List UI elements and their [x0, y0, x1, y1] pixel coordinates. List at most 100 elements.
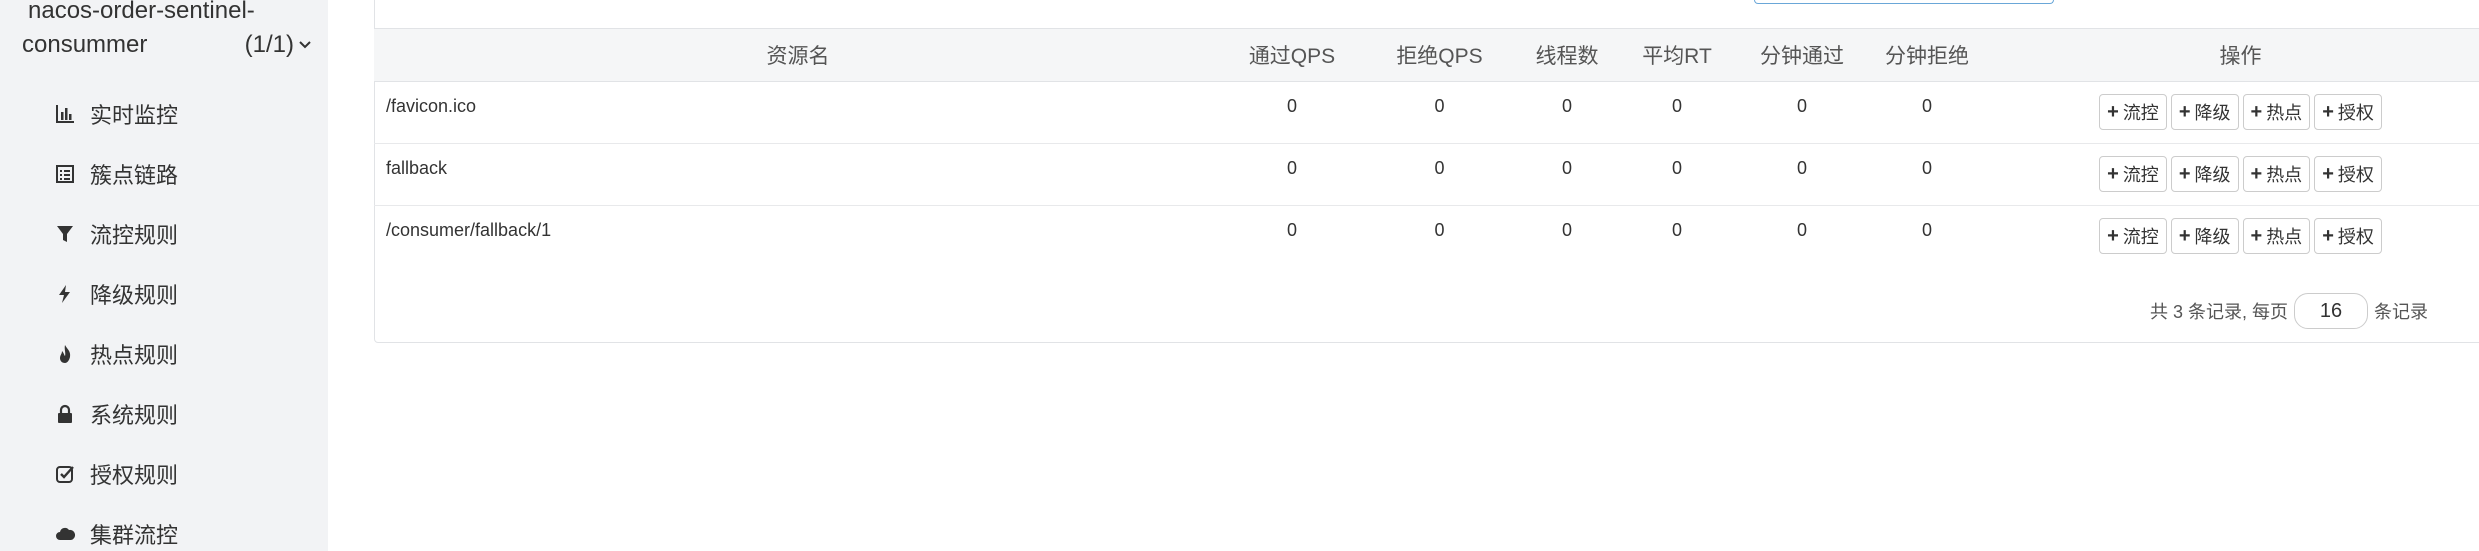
add-hotspot-rule-button[interactable]: + 热点 [2242, 218, 2311, 254]
button-label: 热点 [2266, 227, 2303, 247]
list-icon [52, 161, 78, 187]
resource-name: fallback [386, 158, 448, 178]
header-minute-block: 分钟拒绝 [1867, 28, 1987, 82]
app-root: nacos-order-sentinel- consummer (1/1) 实时… [0, 0, 2479, 551]
header-pass-qps: 通过QPS [1222, 28, 1362, 82]
button-label: 流控 [2122, 165, 2159, 185]
block-qps: 0 [1434, 158, 1445, 178]
avg-rt: 0 [1671, 96, 1682, 116]
threads: 0 [1561, 220, 1572, 240]
sidebar-item-authority-rules[interactable]: 授权规则 [0, 444, 328, 504]
pass-qps: 0 [1286, 158, 1297, 178]
search-input[interactable] [1754, 0, 2054, 4]
avg-rt: 0 [1671, 220, 1682, 240]
plus-icon: + [2178, 163, 2191, 185]
table-header-row: 资源名 通过QPS 拒绝QPS 线程数 平均RT 分钟通过 分钟拒绝 操作 [374, 28, 2479, 82]
button-label: 热点 [2266, 165, 2303, 185]
pass-qps: 0 [1286, 220, 1297, 240]
header-block-qps: 拒绝QPS [1362, 28, 1517, 82]
table-row: /consumer/fallback/1 0 0 0 0 0 0 + 流控 + 降级 +… [374, 206, 2479, 268]
header-avg-rt: 平均RT [1617, 28, 1737, 82]
button-label: 流控 [2122, 103, 2159, 123]
minute-block: 0 [1921, 158, 1932, 178]
header-resource-name: 资源名 [374, 28, 1222, 82]
sidebar-item-label: 簇点链路 [90, 163, 179, 188]
header-operations: 操作 [1987, 28, 2479, 82]
add-authority-rule-button[interactable]: + 授权 [2314, 94, 2382, 130]
sidebar-item-label: 热点规则 [90, 343, 179, 368]
sidebar-menu: 实时监控 簇点链路 流控规则 降级规则 热点规则 系统规则 授权规则 集群流控 [0, 84, 328, 551]
header-minute-pass: 分钟通过 [1737, 28, 1867, 82]
minute-block: 0 [1921, 96, 1932, 116]
sidebar-item-degrade-rules[interactable]: 降级规则 [0, 264, 328, 324]
add-degrade-rule-button[interactable]: + 降级 [2170, 94, 2239, 130]
sidebar-item-system-rules[interactable]: 系统规则 [0, 384, 328, 444]
plus-icon: + [2250, 225, 2263, 247]
row-actions: + 流控 + 降级 + 热点 + 授权 [1987, 82, 2479, 144]
plus-icon: + [2250, 101, 2263, 123]
add-flow-rule-button[interactable]: + 流控 [2099, 156, 2167, 192]
block-qps: 0 [1434, 220, 1445, 240]
header-threads: 线程数 [1517, 28, 1617, 82]
minute-pass: 0 [1796, 96, 1807, 116]
add-flow-rule-button[interactable]: + 流控 [2099, 218, 2167, 254]
filter-icon [52, 221, 78, 247]
row-actions: + 流控 + 降级 + 热点 + 授权 [1987, 206, 2479, 268]
resource-name: /favicon.ico [386, 96, 477, 116]
add-flow-rule-button[interactable]: + 流控 [2099, 94, 2167, 130]
add-authority-rule-button[interactable]: + 授权 [2314, 156, 2382, 192]
plus-icon: + [2322, 225, 2334, 247]
plus-icon: + [2322, 101, 2334, 123]
button-label: 授权 [2337, 103, 2374, 123]
add-authority-rule-button[interactable]: + 授权 [2314, 218, 2382, 254]
sidebar: nacos-order-sentinel- consummer (1/1) 实时… [0, 0, 328, 551]
plus-icon: + [2107, 163, 2119, 185]
button-label: 降级 [2194, 165, 2231, 185]
button-label: 授权 [2337, 165, 2374, 185]
add-degrade-rule-button[interactable]: + 降级 [2170, 156, 2239, 192]
avg-rt: 0 [1671, 158, 1682, 178]
threads: 0 [1561, 158, 1572, 178]
app-selector[interactable]: nacos-order-sentinel- consummer (1/1) [22, 0, 312, 62]
sidebar-item-label: 系统规则 [90, 403, 179, 428]
sidebar-item-label: 实时监控 [90, 103, 179, 128]
flash-icon [52, 281, 78, 307]
button-label: 热点 [2266, 103, 2303, 123]
sidebar-item-label: 授权规则 [90, 463, 179, 488]
plus-icon: + [2107, 101, 2119, 123]
fire-icon [52, 341, 78, 367]
chevron-down-icon [299, 41, 311, 49]
sidebar-item-realtime-monitor[interactable]: 实时监控 [0, 84, 328, 144]
plus-icon: + [2322, 163, 2334, 185]
app-name-line2: consummer [22, 31, 148, 58]
sidebar-item-cluster-point-link[interactable]: 簇点链路 [0, 144, 328, 204]
sidebar-item-cluster-flow[interactable]: 集群流控 [0, 504, 328, 551]
button-label: 降级 [2194, 103, 2231, 123]
threads: 0 [1561, 96, 1572, 116]
page-size-input[interactable] [2294, 293, 2369, 329]
sidebar-item-flow-rules[interactable]: 流控规则 [0, 204, 328, 264]
pager-suffix-text: 条记录 [2374, 302, 2429, 322]
add-degrade-rule-button[interactable]: + 降级 [2170, 218, 2239, 254]
add-hotspot-rule-button[interactable]: + 热点 [2242, 94, 2311, 130]
sidebar-item-label: 集群流控 [90, 523, 179, 548]
app-name-line1: nacos-order-sentinel- [28, 0, 255, 24]
minute-pass: 0 [1796, 220, 1807, 240]
check-square-icon [52, 461, 78, 487]
sidebar-item-hotspot-rules[interactable]: 热点规则 [0, 324, 328, 384]
bar-chart-icon [52, 101, 78, 127]
button-label: 流控 [2122, 227, 2159, 247]
resource-name: /consumer/fallback/1 [386, 220, 552, 240]
plus-icon: + [2250, 163, 2263, 185]
block-qps: 0 [1434, 96, 1445, 116]
plus-icon: + [2107, 225, 2119, 247]
plus-icon: + [2178, 225, 2191, 247]
pagination: 共 3 条记录, 每页 条记录 [2150, 292, 2428, 330]
minute-pass: 0 [1796, 158, 1807, 178]
plus-icon: + [2178, 101, 2191, 123]
row-actions: + 流控 + 降级 + 热点 + 授权 [1987, 144, 2479, 206]
app-instance-count: (1/1) [244, 31, 294, 58]
pass-qps: 0 [1286, 96, 1297, 116]
sidebar-item-label: 流控规则 [90, 223, 179, 248]
add-hotspot-rule-button[interactable]: + 热点 [2242, 156, 2311, 192]
